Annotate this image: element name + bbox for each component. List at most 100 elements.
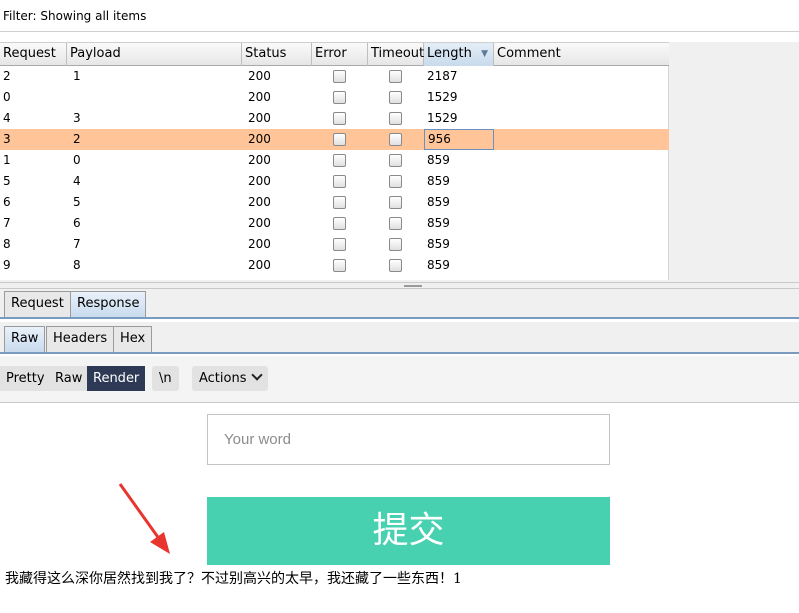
cell-payload: 6	[73, 216, 81, 230]
timeout-checkbox[interactable]	[389, 70, 402, 83]
timeout-checkbox[interactable]	[389, 112, 402, 125]
cell-payload: 8	[73, 258, 81, 272]
cell-payload: 7	[73, 237, 81, 251]
cell-length: 1529	[427, 111, 458, 125]
table-row[interactable]: 9 8 200 859	[0, 255, 669, 276]
response-toolbar: Pretty Raw Render \n Actions	[0, 356, 799, 403]
cell-length: 859	[427, 258, 450, 272]
cell-length: 859	[427, 195, 450, 209]
timeout-checkbox[interactable]	[389, 154, 402, 167]
red-arrow-icon	[118, 483, 170, 554]
cell-payload	[70, 87, 73, 108]
timeout-checkbox[interactable]	[389, 175, 402, 188]
timeout-checkbox[interactable]	[389, 238, 402, 251]
view-render-button[interactable]: Render	[87, 366, 146, 391]
cell-request: 5	[3, 174, 11, 188]
table-row[interactable]: 1 0 200 859	[0, 150, 669, 171]
cell-length: 859	[427, 153, 450, 167]
table-row[interactable]: 8 7 200 859	[0, 234, 669, 255]
error-checkbox[interactable]	[333, 133, 346, 146]
message-tabs: Request Response	[0, 289, 799, 319]
column-header-error[interactable]: Error	[312, 43, 368, 66]
cell-status: 200	[248, 153, 271, 167]
table-row[interactable]: 7 6 200 859	[0, 213, 669, 234]
cell-payload: 0	[73, 153, 81, 167]
cell-status: 200	[248, 216, 271, 230]
timeout-checkbox[interactable]	[389, 196, 402, 209]
cell-payload: 3	[73, 111, 81, 125]
view-pretty-button[interactable]: Pretty	[0, 366, 51, 391]
chevron-down-icon	[250, 369, 263, 381]
column-header-comment[interactable]: Comment	[494, 43, 669, 66]
cell-length: 859	[427, 216, 450, 230]
submit-button[interactable]: 提交	[207, 497, 610, 565]
error-checkbox[interactable]	[333, 112, 346, 125]
column-header-timeout[interactable]: Timeout	[368, 43, 424, 66]
cell-payload: 5	[73, 195, 81, 209]
cell-status: 200	[248, 90, 271, 104]
cell-request: 0	[3, 90, 11, 104]
table-row[interactable]: 5 4 200 859	[0, 171, 669, 192]
pane-splitter[interactable]	[0, 282, 799, 289]
error-checkbox[interactable]	[333, 70, 346, 83]
cell-length: 859	[427, 174, 450, 188]
timeout-checkbox[interactable]	[389, 91, 402, 104]
cell-request: 3	[3, 132, 11, 146]
cell-length: 956	[424, 129, 494, 150]
cell-length: 1529	[427, 90, 458, 104]
table-row[interactable]: 4 3 200 1529	[0, 108, 669, 129]
column-header-status[interactable]: Status	[242, 43, 312, 66]
cell-payload: 1	[73, 69, 81, 83]
cell-status: 200	[248, 258, 271, 272]
table-row[interactable]: 0 200 1529	[0, 87, 669, 108]
cell-status: 200	[248, 132, 271, 146]
newline-toggle-button[interactable]: \n	[152, 366, 179, 391]
table-row[interactable]: 2 1 200 2187	[0, 66, 669, 87]
cell-payload: 4	[73, 174, 81, 188]
table-row[interactable]: 6 5 200 859	[0, 192, 669, 213]
cell-request: 8	[3, 237, 11, 251]
word-input[interactable]	[207, 414, 610, 465]
column-header-length-label: Length	[427, 46, 472, 61]
tab-headers[interactable]: Headers	[46, 326, 115, 352]
cell-length: 859	[427, 237, 450, 251]
error-checkbox[interactable]	[333, 91, 346, 104]
tab-hex[interactable]: Hex	[113, 326, 153, 352]
timeout-checkbox[interactable]	[389, 133, 402, 146]
table-row[interactable]: 3 2 200 956	[0, 129, 669, 150]
tab-response[interactable]: Response	[70, 291, 147, 317]
rendered-response: 提交 我藏得这么深你居然找到我了？不过别高兴的太早，我还藏了一些东西！1	[0, 404, 799, 613]
cell-length: 2187	[427, 69, 458, 83]
hidden-message: 我藏得这么深你居然找到我了？不过别高兴的太早，我还藏了一些东西！1	[5, 571, 462, 587]
error-checkbox[interactable]	[333, 196, 346, 209]
table-header: Request Payload Status Error Timeout Len…	[0, 42, 669, 66]
cell-status: 200	[248, 69, 271, 83]
tab-request[interactable]: Request	[4, 291, 71, 317]
cell-payload: 2	[73, 132, 81, 146]
filter-text: Filter: Showing all items	[3, 9, 147, 23]
response-view-tabs: Raw Headers Hex	[0, 322, 799, 354]
error-checkbox[interactable]	[333, 259, 346, 272]
timeout-checkbox[interactable]	[389, 217, 402, 230]
actions-label: Actions	[199, 371, 247, 386]
cell-request: 7	[3, 216, 11, 230]
column-header-payload[interactable]: Payload	[67, 43, 242, 66]
view-raw-button[interactable]: Raw	[49, 366, 89, 391]
error-checkbox[interactable]	[333, 175, 346, 188]
cell-status: 200	[248, 195, 271, 209]
error-checkbox[interactable]	[333, 238, 346, 251]
splitter-grip-icon	[404, 285, 422, 287]
column-header-length[interactable]: Length ▼	[424, 43, 494, 66]
cell-status: 200	[248, 174, 271, 188]
timeout-checkbox[interactable]	[389, 259, 402, 272]
tab-raw[interactable]: Raw	[4, 326, 46, 352]
cell-request: 9	[3, 258, 11, 272]
actions-button[interactable]: Actions	[192, 366, 268, 391]
column-header-request[interactable]: Request	[0, 43, 67, 66]
error-checkbox[interactable]	[333, 217, 346, 230]
cell-request: 6	[3, 195, 11, 209]
sort-descending-icon: ▼	[481, 49, 488, 59]
error-checkbox[interactable]	[333, 154, 346, 167]
results-table-area: Request Payload Status Error Timeout Len…	[0, 42, 799, 282]
filter-bar[interactable]: Filter: Showing all items	[0, 0, 799, 32]
